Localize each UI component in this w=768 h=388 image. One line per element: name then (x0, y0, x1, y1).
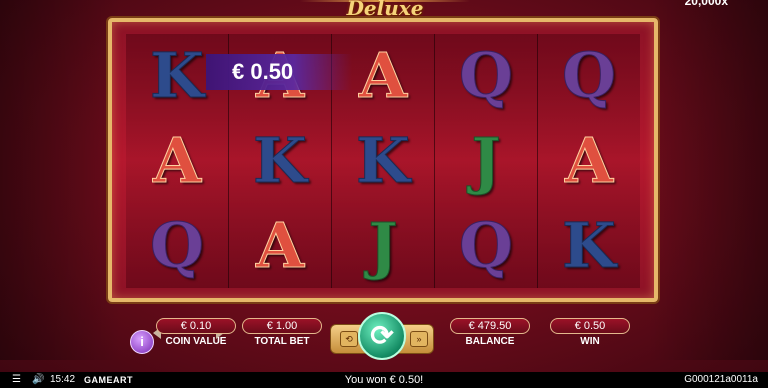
reel-symbol: A (358, 39, 408, 113)
balance-field: € 479.50 (450, 318, 530, 334)
win-label: WIN (580, 336, 600, 347)
reel-symbol: J (368, 208, 398, 282)
coin-value-label: COIN VALUE (165, 336, 227, 347)
reel-grid: KAQAKAAKJQJQQAK (126, 34, 640, 288)
reel-symbol: J (471, 123, 501, 197)
status-bar: ☰ 🔊 15:42 GAMEART You won € 0.50! G00012… (0, 372, 768, 388)
reel-symbol: Q (458, 39, 513, 113)
reel-symbol: K (253, 123, 308, 197)
reel-symbol: K (562, 208, 617, 282)
coin-value-field: € 0.10 (156, 318, 236, 334)
curtain-right (648, 0, 768, 360)
game-id: G000121a0011a (684, 374, 758, 385)
reel-frame: KAQAKAAKJQJQQAK (108, 18, 658, 302)
turbo-icon[interactable]: » (410, 331, 428, 347)
reel-symbol: A (152, 123, 202, 197)
reel-5: QAK (538, 34, 640, 288)
reel-symbol: A (255, 208, 305, 282)
line-win-badge: € 0.50 (206, 54, 352, 90)
jackpot-multiplier: 20,000x (684, 0, 728, 8)
logo-text: Deluxe (346, 0, 424, 20)
reel-symbol: K (150, 39, 205, 113)
autoplay-icon[interactable]: ⟲ (340, 331, 358, 347)
win-field: € 0.50 (550, 318, 630, 334)
reel-symbol: A (564, 123, 614, 197)
total-bet-label: TOTAL BET (254, 336, 310, 347)
reel-4: QJQ (435, 34, 538, 288)
reel-symbol: K (356, 123, 411, 197)
curtain-left (0, 0, 120, 360)
reel-symbol: Q (149, 208, 204, 282)
info-button[interactable]: i (130, 330, 154, 354)
reel-symbol: Q (561, 39, 616, 113)
reel-symbol: Q (458, 208, 513, 282)
status-message: You won € 0.50! (344, 374, 424, 386)
total-bet-field[interactable]: € 1.00 (242, 318, 322, 334)
balance-label: BALANCE (465, 336, 515, 347)
spin-button[interactable]: ⟳ (358, 312, 406, 360)
